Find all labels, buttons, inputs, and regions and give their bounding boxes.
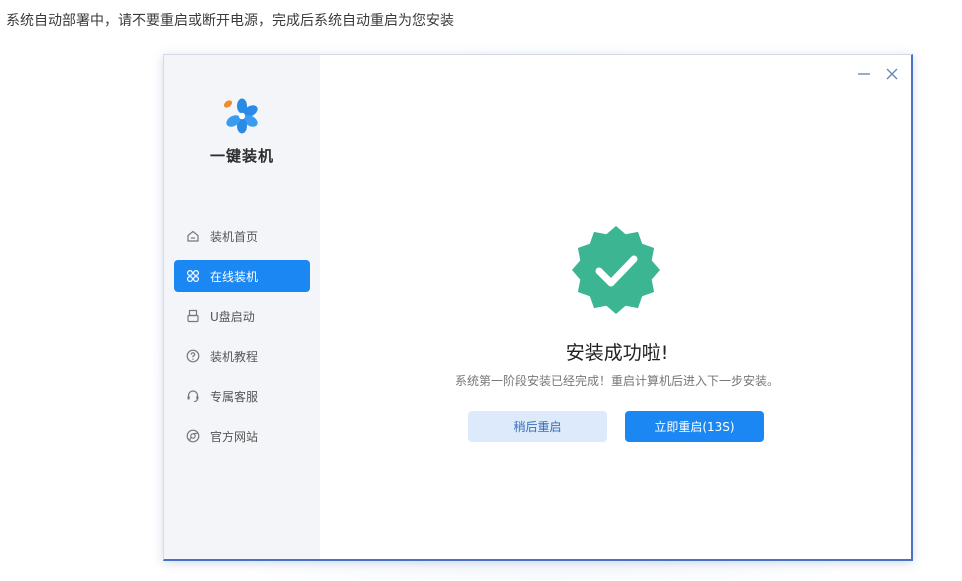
install-icon [186,269,200,283]
sidebar-item-website[interactable]: 官方网站 [174,420,310,452]
help-icon [186,349,200,363]
sidebar-item-support[interactable]: 专属客服 [174,380,310,412]
headset-icon [186,389,200,403]
restart-later-button[interactable]: 稍后重启 [468,411,607,442]
app-logo-text: 一键装机 [209,147,274,165]
sidebar-item-home[interactable]: 装机首页 [174,220,310,252]
sidebar-item-online-install[interactable]: 在线装机 [174,260,310,292]
sidebar-item-usb-boot[interactable]: U盘启动 [174,300,310,332]
minimize-button[interactable] [856,66,872,82]
app-logo-icon [223,98,258,134]
minimize-icon [858,73,870,75]
sidebar-item-label: 官方网站 [210,429,259,444]
close-icon [886,68,898,80]
sidebar-item-tutorial[interactable]: 装机教程 [174,340,310,372]
home-icon [186,229,200,243]
close-button[interactable] [884,66,900,82]
success-description: 系统第一阶段安装已经完成！重启计算机后进入下一步安装。 [454,374,779,388]
sidebar-item-label: U盘启动 [210,309,255,324]
sidebar-item-label: 装机首页 [210,229,259,244]
status-caption: 系统自动部署中，请不要重启或断开电源，完成后系统自动重启为您安装 [6,13,454,29]
installer-window: 一键装机 装机首页 在线装机 U盘启动 装机教程 专属客服 官方网站 安装成功啦… [163,54,913,561]
globe-icon [186,429,200,443]
success-title: 安装成功啦! [565,342,669,364]
success-check-icon [572,226,660,314]
sidebar-nav: 装机首页 在线装机 U盘启动 装机教程 专属客服 官方网站 [174,220,310,460]
sidebar: 一键装机 装机首页 在线装机 U盘启动 装机教程 专属客服 官方网站 [164,55,320,559]
restart-now-button[interactable]: 立即重启(13S) [625,411,764,442]
sidebar-item-label: 专属客服 [210,389,259,404]
usb-icon [186,309,200,323]
sidebar-item-label: 装机教程 [210,349,259,364]
sidebar-item-label: 在线装机 [210,269,259,284]
